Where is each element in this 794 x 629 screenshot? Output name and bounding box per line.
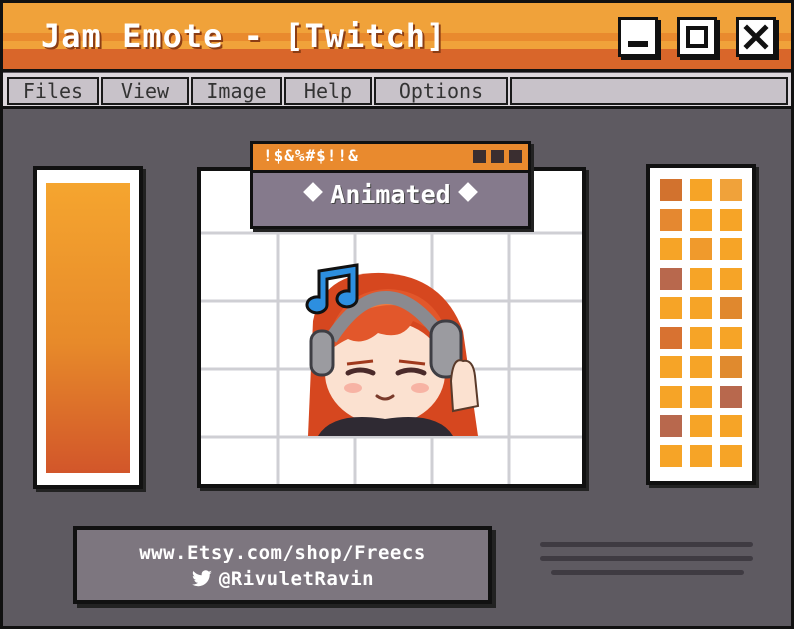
- twitter-handle: @RivuletRavin: [218, 568, 375, 590]
- menu-empty-area: [510, 77, 788, 105]
- minimize-icon: [628, 41, 648, 47]
- animated-label: Animated: [330, 180, 451, 209]
- twitter-handle-row[interactable]: @RivuletRavin: [77, 568, 488, 590]
- color-swatch[interactable]: [690, 208, 712, 231]
- minimize-button[interactable]: [618, 17, 658, 57]
- maximize-icon: [686, 26, 708, 48]
- color-swatch[interactable]: [690, 356, 712, 378]
- menu-files[interactable]: Files: [7, 77, 99, 105]
- color-swatch[interactable]: [660, 444, 682, 467]
- gradient-bar: [46, 183, 130, 473]
- color-swatch[interactable]: [660, 356, 682, 378]
- color-swatch[interactable]: [660, 238, 682, 260]
- color-swatch[interactable]: [720, 356, 742, 378]
- decorative-line: [540, 542, 753, 547]
- popup-header-text: !$&%#$!!&: [263, 146, 359, 165]
- close-button[interactable]: [736, 17, 776, 57]
- color-swatch[interactable]: [690, 179, 712, 201]
- color-swatch[interactable]: [690, 444, 712, 467]
- emote-image: [303, 261, 481, 436]
- menu-bar: Files View Image Help Options: [3, 73, 791, 109]
- music-note-icon: [305, 263, 359, 315]
- etsy-link[interactable]: www.Etsy.com/shop/Freecs: [77, 542, 488, 564]
- twitter-bird-icon: [191, 570, 212, 587]
- color-swatch[interactable]: [720, 326, 742, 349]
- color-swatch[interactable]: [690, 385, 712, 408]
- diamond-icon: [457, 182, 478, 202]
- color-bar-panel: [33, 166, 143, 489]
- color-swatch[interactable]: [720, 267, 742, 290]
- decorative-line: [551, 570, 744, 575]
- color-swatch[interactable]: [720, 297, 742, 319]
- maximize-button[interactable]: [677, 17, 717, 57]
- menu-help[interactable]: Help: [284, 77, 372, 105]
- color-swatch[interactable]: [720, 444, 742, 467]
- popup-square-icon: [491, 150, 504, 163]
- color-swatch[interactable]: [720, 179, 742, 201]
- menu-view[interactable]: View: [101, 77, 189, 105]
- animated-popup: !$&%#$!!& Animated: [250, 141, 531, 229]
- color-swatch[interactable]: [690, 297, 712, 319]
- decorative-line: [540, 556, 753, 561]
- popup-square-icon: [473, 150, 486, 163]
- color-swatch[interactable]: [690, 326, 712, 349]
- window-title: Jam Emote - [Twitch]: [41, 17, 447, 55]
- popup-label-row: Animated: [253, 180, 528, 209]
- color-swatch[interactable]: [690, 267, 712, 290]
- color-swatch[interactable]: [720, 208, 742, 231]
- swatch-panel: [646, 164, 756, 485]
- close-icon: [743, 24, 769, 50]
- color-swatch[interactable]: [660, 267, 682, 290]
- menu-divider: [3, 106, 791, 109]
- title-bar: Jam Emote - [Twitch]: [3, 3, 791, 72]
- color-swatch[interactable]: [660, 326, 682, 349]
- footer-credits: www.Etsy.com/shop/Freecs @RivuletRavin: [73, 526, 492, 604]
- color-swatch[interactable]: [660, 179, 682, 201]
- color-swatch[interactable]: [660, 297, 682, 319]
- menu-image[interactable]: Image: [191, 77, 282, 105]
- color-swatch[interactable]: [720, 238, 742, 260]
- menu-options[interactable]: Options: [374, 77, 508, 105]
- color-swatch[interactable]: [720, 415, 742, 437]
- color-swatch[interactable]: [660, 385, 682, 408]
- diamond-icon: [303, 182, 324, 202]
- popup-square-icon: [509, 150, 522, 163]
- color-swatch[interactable]: [660, 208, 682, 231]
- color-swatch[interactable]: [690, 415, 712, 437]
- color-swatch[interactable]: [690, 238, 712, 260]
- popup-header: !$&%#$!!&: [253, 144, 528, 173]
- app-window: Jam Emote - [Twitch] Files View Image He…: [0, 0, 794, 629]
- color-swatch[interactable]: [660, 415, 682, 437]
- title-divider: [3, 69, 791, 72]
- color-swatch[interactable]: [720, 385, 742, 408]
